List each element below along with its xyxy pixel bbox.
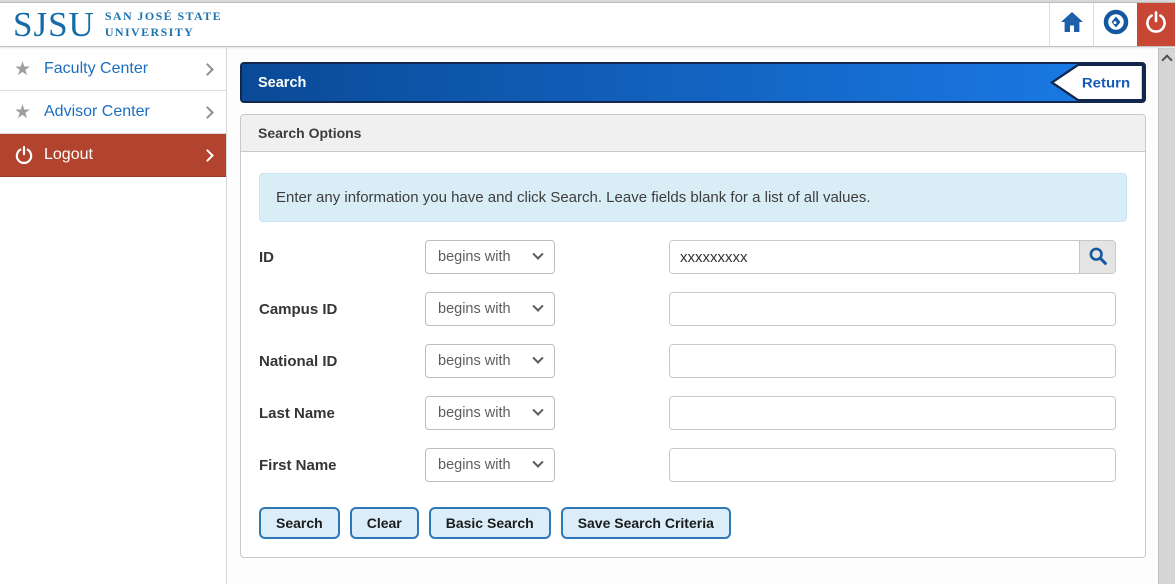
id-input[interactable] [670, 241, 1079, 273]
clear-button[interactable]: Clear [350, 507, 419, 539]
app-header: SJSU SAN JOSÉ STATE UNIVERSITY [0, 3, 1175, 47]
sidebar-item-faculty-center[interactable]: ★ Faculty Center [0, 48, 226, 91]
sidebar: ★ Faculty Center ★ Advisor Center Logout [0, 48, 227, 584]
panel-body: Enter any information you have and click… [241, 152, 1145, 557]
actions-row: Search Clear Basic Search Save Search Cr… [259, 507, 1127, 539]
last-name-input[interactable] [669, 396, 1116, 430]
basic-search-button[interactable]: Basic Search [429, 507, 551, 539]
save-search-criteria-button[interactable]: Save Search Criteria [561, 507, 731, 539]
return-button[interactable]: Return [1049, 63, 1145, 102]
sjsu-logo-acronym: SJSU [13, 7, 95, 42]
field-row-national-id: National ID begins with [259, 344, 1127, 378]
info-message: Enter any information you have and click… [259, 173, 1127, 222]
operator-value: begins with [438, 249, 511, 265]
national-id-input[interactable] [669, 344, 1116, 378]
operator-value: begins with [438, 301, 511, 317]
sidebar-item-label: Logout [40, 146, 203, 164]
chevron-down-icon [532, 301, 543, 312]
navbar-compass-icon [1103, 9, 1129, 40]
sidebar-item-logout[interactable]: Logout [0, 134, 226, 177]
chevron-down-icon [532, 353, 543, 364]
field-row-id: ID begins with [259, 240, 1127, 274]
star-icon: ★ [14, 101, 40, 124]
chevron-right-icon [201, 149, 214, 162]
sidebar-item-label: Advisor Center [40, 103, 203, 121]
sidebar-item-label: Faculty Center [40, 60, 203, 78]
operator-select-last-name[interactable]: begins with [425, 396, 555, 430]
id-lookup-button[interactable] [1079, 241, 1115, 273]
return-button-label: Return [1082, 76, 1130, 92]
main-content: Search Return Search Options Enter any i… [227, 48, 1158, 584]
field-row-last-name: Last Name begins with [259, 396, 1127, 430]
field-label: Last Name [259, 405, 425, 422]
chevron-right-icon [201, 106, 214, 119]
id-input-group [669, 240, 1116, 274]
field-label: First Name [259, 457, 425, 474]
field-label: ID [259, 249, 425, 266]
operator-select-first-name[interactable]: begins with [425, 448, 555, 482]
search-icon [1088, 246, 1108, 269]
sjsu-logo-name-line2: UNIVERSITY [105, 25, 222, 41]
first-name-input[interactable] [669, 448, 1116, 482]
sign-out-button[interactable] [1137, 3, 1175, 46]
sjsu-logo: SJSU SAN JOSÉ STATE UNIVERSITY [0, 7, 222, 42]
operator-select-id[interactable]: begins with [425, 240, 555, 274]
home-icon [1060, 11, 1084, 38]
power-icon [14, 145, 40, 165]
field-row-first-name: First Name begins with [259, 448, 1127, 482]
operator-select-campus-id[interactable]: begins with [425, 292, 555, 326]
chevron-down-icon [532, 457, 543, 468]
sidebar-item-advisor-center[interactable]: ★ Advisor Center [0, 91, 226, 134]
chevron-down-icon [532, 405, 543, 416]
star-icon: ★ [14, 58, 40, 81]
chevron-right-icon [201, 63, 214, 76]
panel-header: Search Options [241, 115, 1145, 152]
header-actions [1049, 3, 1175, 46]
page-title-bar: Search Return [240, 62, 1146, 103]
campus-id-input[interactable] [669, 292, 1116, 326]
chevron-down-icon [532, 249, 543, 260]
operator-select-national-id[interactable]: begins with [425, 344, 555, 378]
field-label: National ID [259, 353, 425, 370]
navbar-button[interactable] [1093, 3, 1137, 46]
search-button[interactable]: Search [259, 507, 340, 539]
operator-value: begins with [438, 353, 511, 369]
scroll-up-arrow-icon[interactable] [1161, 54, 1172, 65]
sjsu-logo-name: SAN JOSÉ STATE UNIVERSITY [105, 9, 222, 40]
page-title: Search [242, 75, 306, 91]
operator-value: begins with [438, 457, 511, 473]
search-options-panel: Search Options Enter any information you… [240, 114, 1146, 558]
field-row-campus-id: Campus ID begins with [259, 292, 1127, 326]
sign-out-icon [1144, 10, 1168, 39]
field-label: Campus ID [259, 301, 425, 318]
vertical-scrollbar[interactable] [1158, 48, 1175, 584]
sjsu-logo-name-line1: SAN JOSÉ STATE [105, 9, 222, 25]
operator-value: begins with [438, 405, 511, 421]
home-button[interactable] [1049, 3, 1093, 46]
